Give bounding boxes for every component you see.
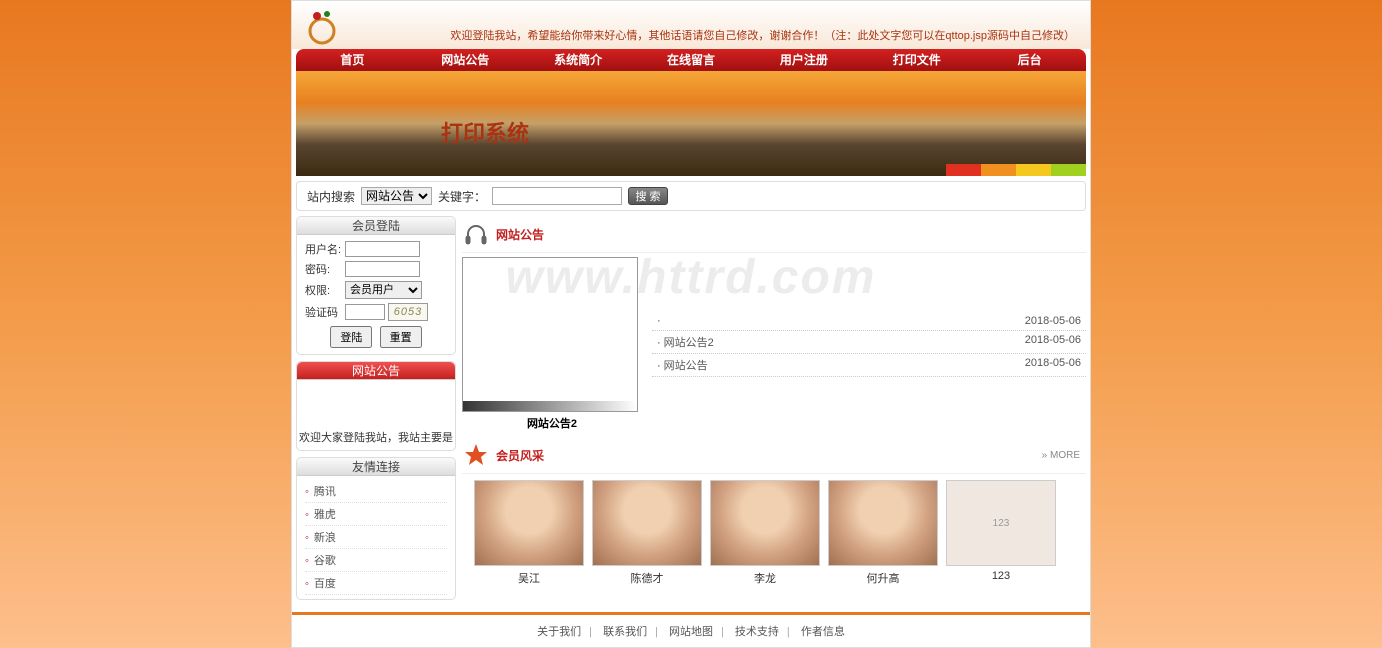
- member-card[interactable]: 何升高: [828, 480, 938, 586]
- member-card[interactable]: 123 123: [946, 480, 1056, 586]
- captcha-image: 6053: [388, 303, 428, 321]
- scroll-text: 欢迎大家登陆我站，我站主要是: [297, 429, 455, 445]
- color-blocks: [946, 164, 1086, 176]
- member-card[interactable]: 陈德才: [592, 480, 702, 586]
- nav-intro[interactable]: 系统简介: [522, 49, 635, 71]
- password-input[interactable]: [345, 261, 420, 277]
- member-name: 吴江: [474, 570, 584, 586]
- member-name: 陈德才: [592, 570, 702, 586]
- member-photo: [474, 480, 584, 566]
- banner-title: 打印系统: [441, 116, 529, 148]
- search-input[interactable]: [492, 187, 622, 205]
- logo-icon: [302, 6, 342, 46]
- password-label: 密码:: [305, 261, 345, 277]
- footer: 关于我们| 联系我们| 网站地图| 技术支持| 作者信息: [292, 615, 1090, 647]
- search-button[interactable]: 搜 索: [628, 187, 668, 205]
- member-name: 何升高: [828, 570, 938, 586]
- announce-scroll-header: 网站公告: [297, 362, 455, 380]
- login-header: 会员登陆: [297, 217, 455, 235]
- member-card[interactable]: 吴江: [474, 480, 584, 586]
- announcement-row[interactable]: 2018-05-06: [652, 312, 1086, 331]
- logo: [302, 6, 342, 49]
- member-photo: 123: [946, 480, 1056, 566]
- link-item[interactable]: 谷歌: [305, 549, 447, 572]
- star-icon: [462, 441, 490, 469]
- role-label: 权限:: [305, 282, 345, 298]
- footer-link[interactable]: 网站地图: [669, 626, 713, 638]
- announcements-head: 网站公告: [462, 216, 1086, 253]
- member-photo: [828, 480, 938, 566]
- members-title: 会员风采: [496, 447, 544, 464]
- main-nav: 首页 网站公告 系统简介 在线留言 用户注册 打印文件 后台: [296, 49, 1086, 71]
- link-item[interactable]: 腾讯: [305, 480, 447, 503]
- link-item[interactable]: 新浪: [305, 526, 447, 549]
- username-input[interactable]: [345, 241, 420, 257]
- welcome-message: 欢迎登陆我站，希望能给你带来好心情，其他话语请您自己修改，谢谢合作！（注：此处文…: [450, 27, 1075, 43]
- search-bar: 站内搜索 网站公告 关键字： 搜 索: [296, 181, 1086, 211]
- headphone-icon: [462, 220, 490, 248]
- login-widget: 会员登陆 用户名: 密码: 权限: 会员用户: [296, 216, 456, 355]
- featured-announcement-image[interactable]: [462, 257, 638, 412]
- announcement-row[interactable]: 网站公告 2018-05-06: [652, 354, 1086, 377]
- footer-link[interactable]: 作者信息: [801, 626, 845, 638]
- login-reset-button[interactable]: 重置: [380, 326, 422, 348]
- member-name: 123: [946, 570, 1056, 582]
- nav-announce[interactable]: 网站公告: [409, 49, 522, 71]
- announcements-title: 网站公告: [496, 226, 544, 243]
- nav-register[interactable]: 用户注册: [747, 49, 860, 71]
- captcha-input[interactable]: [345, 304, 385, 320]
- links-header: 友情连接: [297, 458, 455, 476]
- role-select[interactable]: 会员用户: [345, 281, 422, 299]
- keyword-label: 关键字：: [438, 188, 486, 205]
- footer-link[interactable]: 技术支持: [735, 626, 779, 638]
- captcha-label: 验证码: [305, 304, 345, 320]
- more-link[interactable]: » MORE: [1042, 450, 1080, 461]
- login-submit-button[interactable]: 登陆: [330, 326, 372, 348]
- member-card[interactable]: 李龙: [710, 480, 820, 586]
- search-category-select[interactable]: 网站公告: [361, 187, 432, 205]
- nav-print[interactable]: 打印文件: [860, 49, 973, 71]
- member-photo: [710, 480, 820, 566]
- announcement-date: 2018-05-06: [1025, 315, 1081, 327]
- featured-caption: 网站公告2: [462, 415, 642, 431]
- announce-scroll-widget: 网站公告 欢迎大家登陆我站，我站主要是: [296, 361, 456, 451]
- footer-link[interactable]: 关于我们: [537, 626, 581, 638]
- link-item[interactable]: 百度: [305, 572, 447, 595]
- nav-home[interactable]: 首页: [296, 49, 409, 71]
- member-photo: [592, 480, 702, 566]
- members-head: 会员风采 » MORE: [462, 437, 1086, 474]
- announcement-row[interactable]: 网站公告2 2018-05-06: [652, 331, 1086, 354]
- member-name: 李龙: [710, 570, 820, 586]
- links-widget: 友情连接 腾讯 雅虎 新浪 谷歌 百度: [296, 457, 456, 600]
- announcement-date: 2018-05-06: [1025, 357, 1081, 373]
- nav-admin[interactable]: 后台: [973, 49, 1086, 71]
- announcement-date: 2018-05-06: [1025, 334, 1081, 350]
- username-label: 用户名:: [305, 241, 345, 257]
- search-label: 站内搜索: [307, 188, 355, 205]
- header: 欢迎登陆我站，希望能给你带来好心情，其他话语请您自己修改，谢谢合作！（注：此处文…: [292, 1, 1090, 49]
- link-item[interactable]: 雅虎: [305, 503, 447, 526]
- banner: 打印系统: [296, 71, 1086, 176]
- footer-link[interactable]: 联系我们: [603, 626, 647, 638]
- nav-guestbook[interactable]: 在线留言: [635, 49, 748, 71]
